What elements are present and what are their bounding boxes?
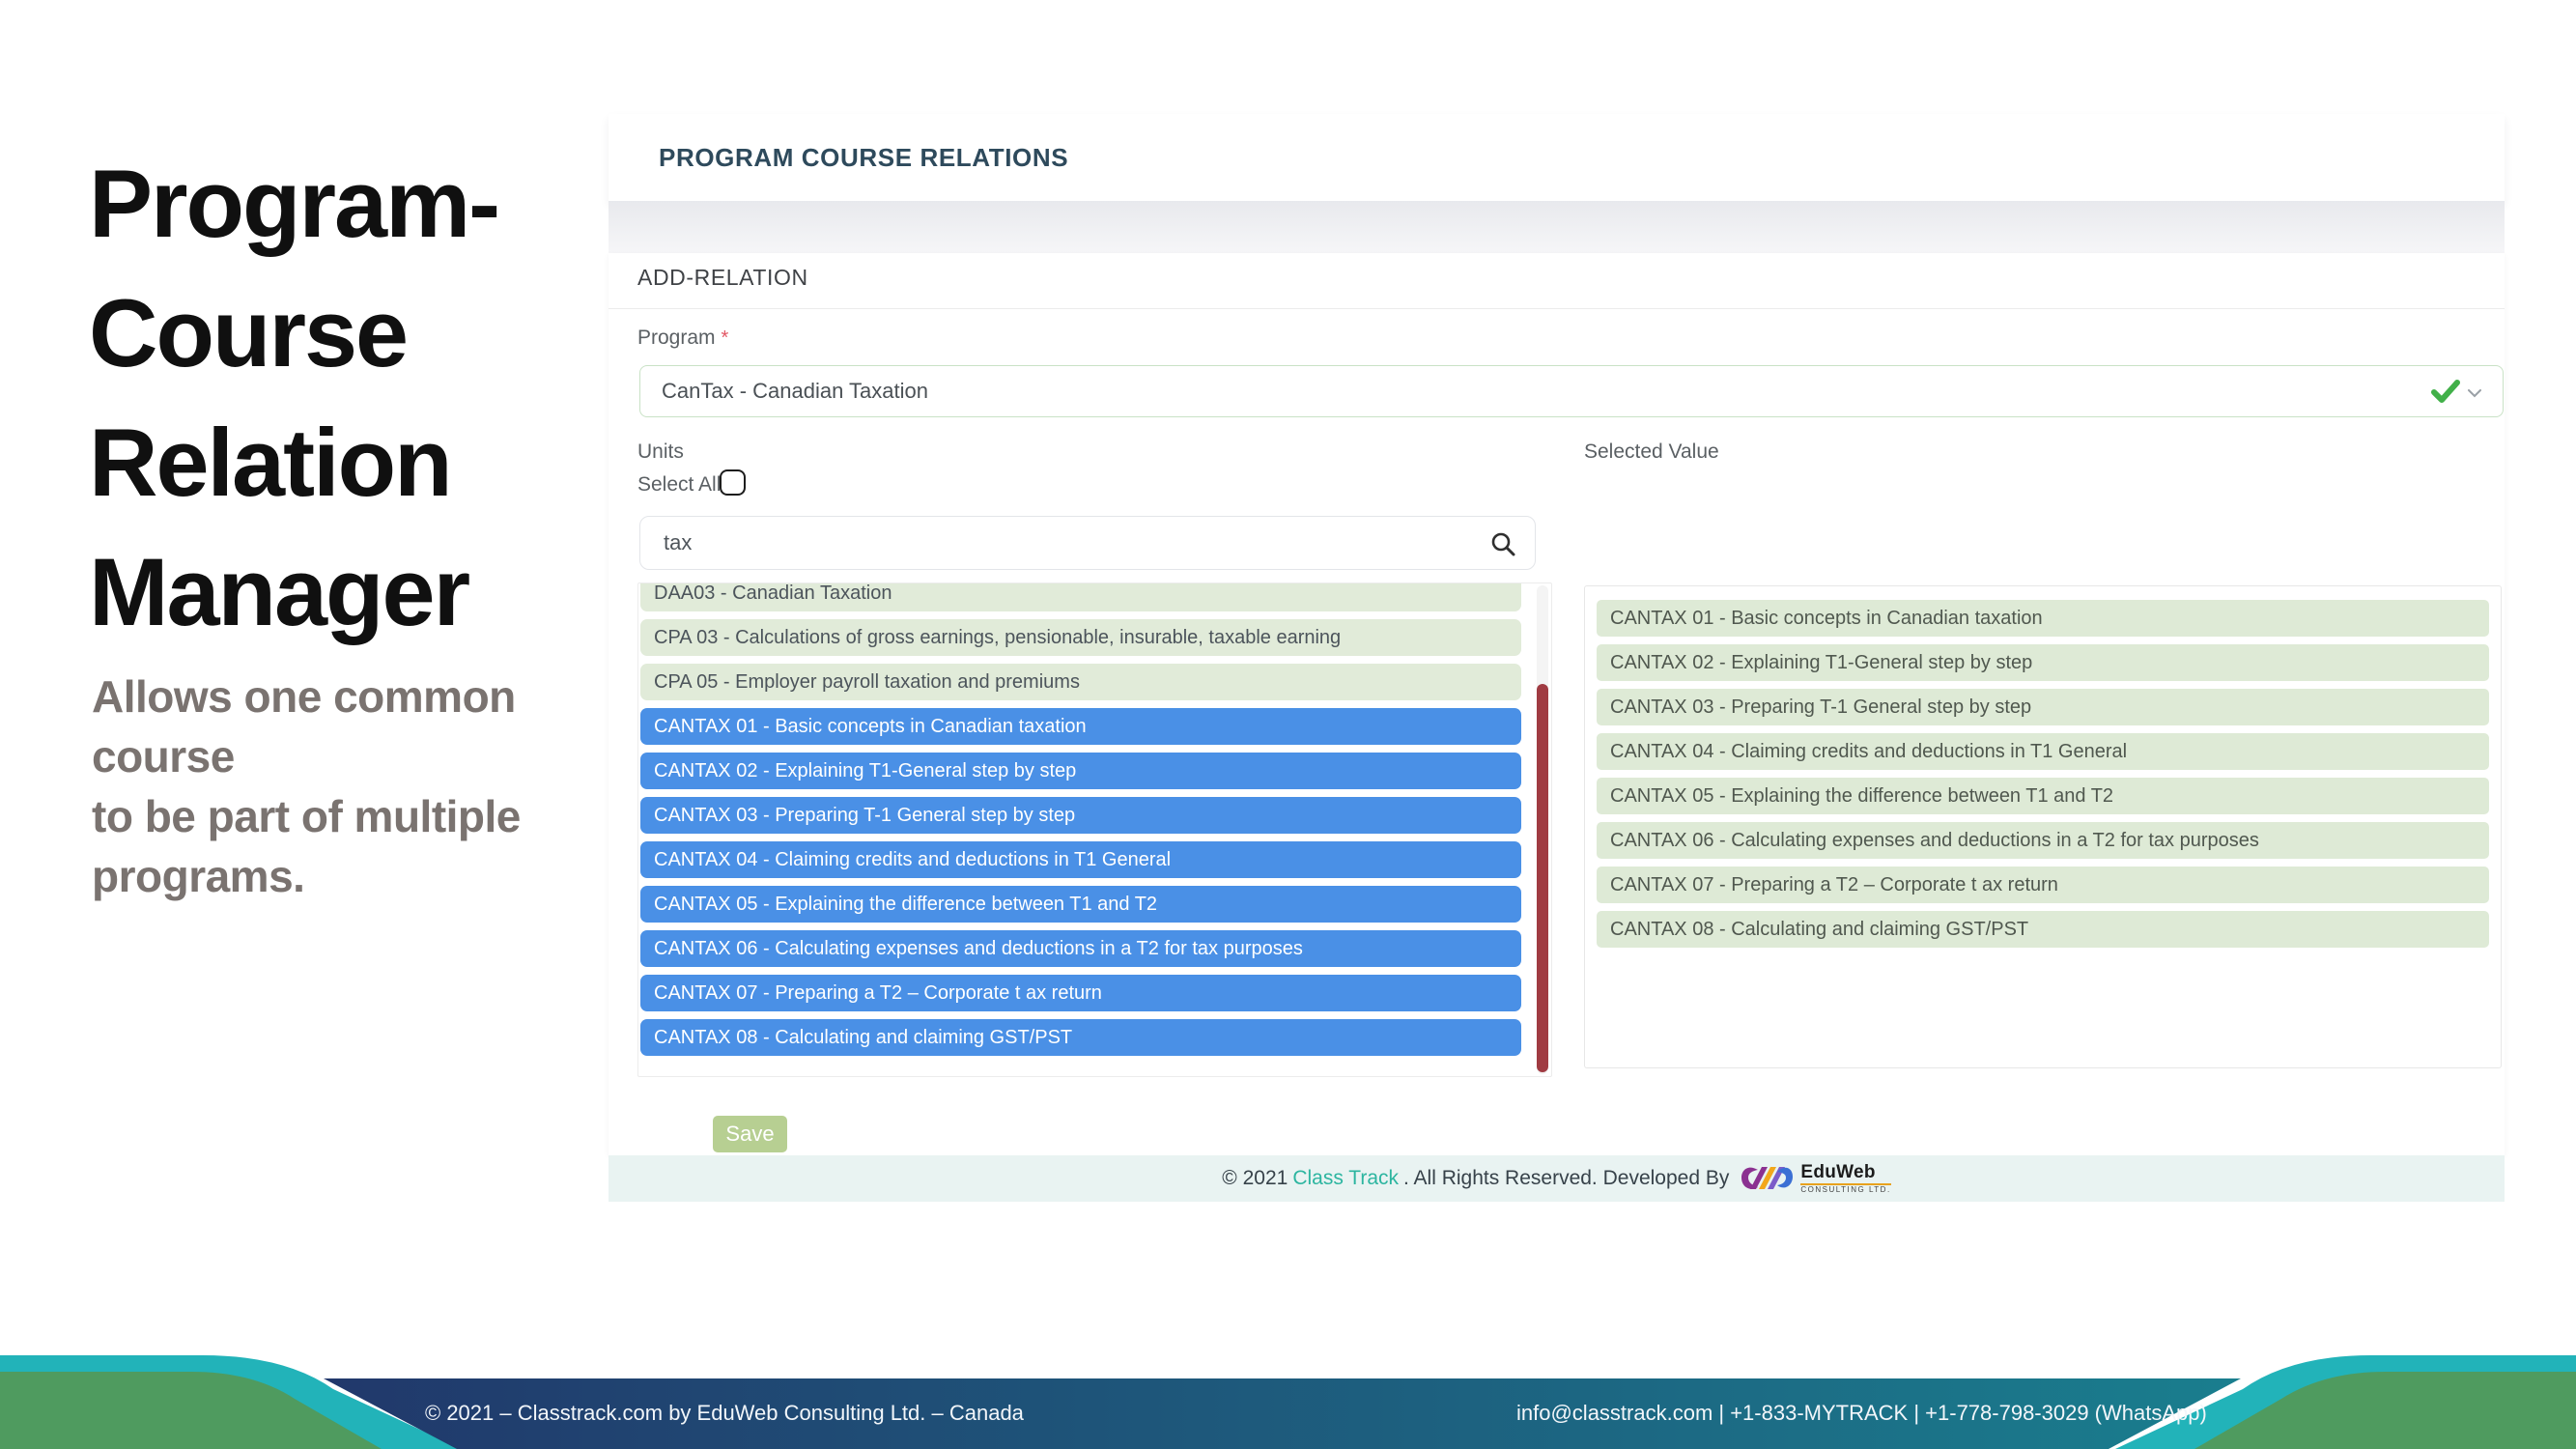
unit-item[interactable]: CANTAX 07 - Preparing a T2 – Corporate t… [640,975,1521,1011]
chevron-down-icon [2468,389,2481,398]
app-header-bar: PROGRAM COURSE RELATIONS [609,114,2505,201]
units-label: Units [637,440,684,464]
selected-item: CANTAX 07 - Preparing a T2 – Corporate t… [1597,867,2489,903]
page-title: PROGRAM COURSE RELATIONS [659,114,1068,201]
selected-item: CANTAX 06 - Calculating expenses and ded… [1597,822,2489,859]
unit-item[interactable]: CPA 03 - Calculations of gross earnings,… [640,619,1521,656]
hero-title-line: Manager [89,527,630,657]
divider [609,308,2505,309]
selected-item: CANTAX 08 - Calculating and claiming GST… [1597,911,2489,948]
app-background-strip [609,201,2505,253]
save-button[interactable]: Save [713,1116,787,1152]
units-search-box [639,516,1536,570]
eduweb-logo-icon [1739,1162,1795,1195]
units-search-input[interactable] [662,517,1477,569]
unit-item[interactable]: CANTAX 01 - Basic concepts in Canadian t… [640,708,1521,745]
program-select[interactable]: CanTax - Canadian Taxation [639,365,2504,417]
hero-title-line: Relation [89,398,630,527]
slide: { "hero": { "lines": ["Program-", "Cours… [0,0,2576,1449]
program-select-value: CanTax - Canadian Taxation [662,366,928,416]
selected-item: CANTAX 03 - Preparing T-1 General step b… [1597,689,2489,725]
unit-item[interactable]: CANTAX 03 - Preparing T-1 General step b… [640,797,1521,834]
bottom-bar-copyright: © 2021 – Classtrack.com by EduWeb Consul… [425,1401,1014,1426]
hero-title-line: Program- [89,139,630,269]
valid-check-icon [2431,379,2460,404]
unit-item[interactable]: CANTAX 02 - Explaining T1-General step b… [640,753,1521,789]
section-title: ADD-RELATION [637,265,808,291]
selected-item: CANTAX 02 - Explaining T1-General step b… [1597,644,2489,681]
units-scrollbar-thumb[interactable] [1537,684,1548,1072]
units-list: DAA03 - Canadian Taxation CPA 03 - Calcul… [638,582,1551,1056]
unit-item[interactable]: CANTAX 05 - Explaining the difference be… [640,886,1521,923]
add-relation-card: ADD-RELATION Program* CanTax - Canadian … [609,253,2505,1155]
unit-item[interactable]: CANTAX 08 - Calculating and claiming GST… [640,1019,1521,1056]
eduweb-logo: EduWeb CONSULTING LTD. [1739,1162,1890,1195]
eduweb-logo-text: EduWeb CONSULTING LTD. [1800,1163,1890,1194]
selected-item: CANTAX 01 - Basic concepts in Canadian t… [1597,600,2489,637]
unit-item[interactable]: CPA 05 - Employer payroll taxation and p… [640,664,1521,700]
unit-item[interactable]: CANTAX 06 - Calculating expenses and ded… [640,930,1521,967]
selected-value-label: Selected Value [1584,440,1719,464]
selected-item: CANTAX 05 - Explaining the difference be… [1597,778,2489,814]
select-all-checkbox[interactable] [720,469,746,496]
bottom-banner [0,1333,2576,1449]
bottom-bar-contact: info@classtrack.com | +1-833-MYTRACK | +… [1516,1401,2135,1426]
selected-item: CANTAX 04 - Claiming credits and deducti… [1597,733,2489,770]
footer-brand-link[interactable]: Class Track [1292,1167,1399,1190]
app-footer: © 2021 Class Track . All Rights Reserved… [609,1155,2505,1202]
hero-subtitle: Allows one common course to be part of m… [92,667,633,906]
hero-title: Program- Course Relation Manager [89,139,630,657]
search-icon[interactable] [1490,531,1515,556]
program-label: Program* [637,327,728,350]
footer-copyright-suffix: . All Rights Reserved. Developed By [1403,1167,1729,1190]
footer-copyright-prefix: © 2021 [1222,1167,1288,1190]
units-scrollbar-track[interactable] [1537,585,1548,1074]
required-asterisk: * [722,327,729,349]
unit-item[interactable]: DAA03 - Canadian Taxation [640,582,1521,611]
units-list-wrap: DAA03 - Canadian Taxation CPA 03 - Calcul… [637,582,1552,1077]
select-all-label: Select All [637,473,721,497]
selected-values-list: CANTAX 01 - Basic concepts in Canadian t… [1584,585,2502,1068]
unit-item[interactable]: CANTAX 04 - Claiming credits and deducti… [640,841,1521,878]
hero-title-line: Course [89,269,630,398]
